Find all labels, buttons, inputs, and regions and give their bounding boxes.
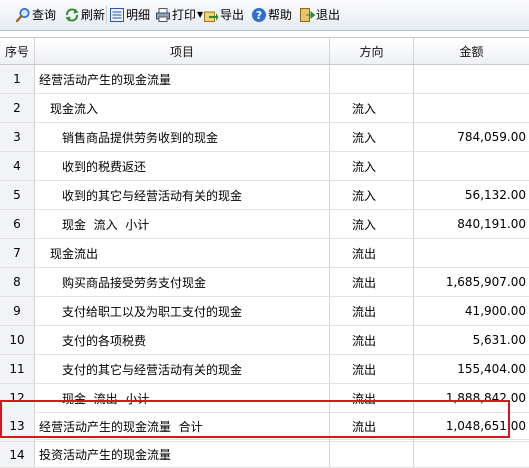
row-item: 支付的其它与经营活动有关的现金 [35, 355, 330, 383]
header-amount[interactable]: 金额 [414, 38, 529, 64]
row-amount: 155,404.00 [457, 362, 526, 376]
row-number: 8 [0, 268, 35, 296]
row-amount [414, 152, 529, 180]
row-item: 现金流出 [35, 239, 330, 267]
row-number: 14 [0, 442, 35, 467]
row-direction: 流出 [330, 239, 414, 267]
export-button[interactable]: 导出 [203, 5, 244, 25]
row-direction: 流出 [330, 268, 414, 296]
row-direction [330, 442, 414, 467]
cash-flow-grid: 序号 项目 方向 金额 1 经营活动产生的现金流量 2 现金流入 流入 3 销售… [0, 37, 529, 468]
exit-icon [299, 7, 316, 23]
row-amount: 5,631.00 [472, 333, 526, 347]
help-icon: ? [251, 7, 267, 23]
row-number: 9 [0, 297, 35, 325]
detail-list-icon [109, 7, 125, 23]
grid-header: 序号 项目 方向 金额 [0, 37, 529, 65]
row-number: 4 [0, 152, 35, 180]
table-row[interactable]: 1 经营活动产生的现金流量 [0, 65, 529, 94]
table-row[interactable]: 8 购买商品接受劳务支付现金 流出 1,685,907.00 [0, 268, 529, 297]
row-direction: 流入 [330, 152, 414, 180]
row-direction: 流出 [330, 326, 414, 354]
table-row[interactable]: 2 现金流入 流入 [0, 94, 529, 123]
export-icon [203, 7, 219, 23]
row-amount: 840,191.00 [457, 217, 526, 231]
row-direction: 流入 [330, 123, 414, 151]
magnifier-icon [15, 7, 31, 23]
svg-text:?: ? [256, 9, 262, 22]
row-direction: 流出 [330, 355, 414, 383]
row-item: 支付给职工以及为职工支付的现金 [35, 297, 330, 325]
header-item[interactable]: 项目 [35, 38, 330, 64]
row-amount: 56,132.00 [464, 188, 526, 202]
toolbar: 查询 刷新 明细 打印 ▼ 导出 ? 帮助 退出 [0, 0, 529, 31]
row-number: 1 [0, 65, 35, 93]
table-row[interactable]: 9 支付给职工以及为职工支付的现金 流出 41,900.00 [0, 297, 529, 326]
table-row[interactable]: 7 现金流出 流出 [0, 239, 529, 268]
row-direction: 流出 [330, 411, 414, 441]
row-amount: 784,059.00 [457, 130, 526, 144]
header-number[interactable]: 序号 [0, 38, 35, 64]
row-number: 5 [0, 181, 35, 209]
query-button[interactable]: 查询 [15, 5, 56, 25]
table-row[interactable]: 10 支付的各项税费 流出 5,631.00 [0, 326, 529, 355]
row-number: 2 [0, 94, 35, 122]
row-amount [414, 239, 529, 267]
row-amount: 1,048,651.00 [445, 419, 526, 433]
table-row[interactable]: 11 支付的其它与经营活动有关的现金 流出 155,404.00 [0, 355, 529, 384]
toolbar-separator [106, 6, 107, 24]
row-direction [330, 65, 414, 93]
row-number: 3 [0, 123, 35, 151]
row-number: 6 [0, 210, 35, 238]
table-row[interactable]: 14 投资活动产生的现金流量 [0, 442, 529, 468]
row-item: 经营活动产生的现金流量 合计 [35, 411, 330, 441]
row-amount [414, 65, 529, 93]
table-row[interactable]: 5 收到的其它与经营活动有关的现金 流入 56,132.00 [0, 181, 529, 210]
row-item: 现金流入 [35, 94, 330, 122]
row-number: 7 [0, 239, 35, 267]
table-row[interactable]: 3 销售商品提供劳务收到的现金 流入 784,059.00 [0, 123, 529, 152]
row-item: 销售商品提供劳务收到的现金 [35, 123, 330, 151]
row-amount: 41,900.00 [464, 304, 526, 318]
printer-icon [155, 7, 171, 23]
header-direction[interactable]: 方向 [330, 38, 414, 64]
row-item: 经营活动产生的现金流量 [35, 65, 330, 93]
row-item: 支付的各项税费 [35, 326, 330, 354]
row-amount [414, 442, 529, 467]
help-button[interactable]: ? 帮助 [251, 5, 292, 25]
row-number: 13 [0, 411, 35, 441]
row-item: 现金 流入 小计 [35, 210, 330, 238]
table-row-total[interactable]: 13 经营活动产生的现金流量 合计 流出 1,048,651.00 [0, 403, 529, 442]
exit-button[interactable]: 退出 [299, 5, 340, 25]
refresh-icon [64, 7, 80, 23]
row-direction: 流出 [330, 297, 414, 325]
print-button[interactable]: 打印 ▼ [155, 5, 203, 25]
row-item: 收到的其它与经营活动有关的现金 [35, 181, 330, 209]
row-amount: 1,685,907.00 [445, 275, 526, 289]
row-number: 11 [0, 355, 35, 383]
refresh-button[interactable]: 刷新 [64, 5, 105, 25]
row-number: 10 [0, 326, 35, 354]
row-item: 投资活动产生的现金流量 [35, 442, 330, 467]
row-item: 购买商品接受劳务支付现金 [35, 268, 330, 296]
table-row[interactable]: 6 现金 流入 小计 流入 840,191.00 [0, 210, 529, 239]
row-direction: 流入 [330, 181, 414, 209]
table-row[interactable]: 4 收到的税费返还 流入 [0, 152, 529, 181]
detail-button[interactable]: 明细 [109, 5, 150, 25]
row-direction: 流入 [330, 94, 414, 122]
row-item: 收到的税费返还 [35, 152, 330, 180]
row-direction: 流入 [330, 210, 414, 238]
row-amount [414, 94, 529, 122]
